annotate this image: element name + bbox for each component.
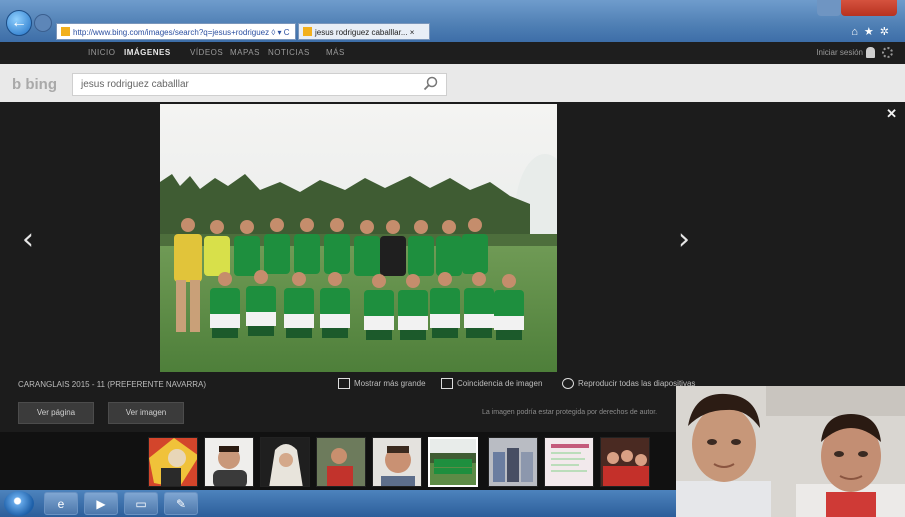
- image-caption: CARANGLAIS 2015 - 11 (PREFERENTE NAVARRA…: [18, 380, 207, 389]
- bing-nav-bar: INICIO IMÁGENES VÍDEOS MAPAS NOTICIAS MÁ…: [0, 42, 905, 64]
- close-window-button[interactable]: [841, 0, 897, 16]
- show-larger-label: Mostrar más grande: [354, 379, 426, 388]
- search-icon[interactable]: [423, 76, 438, 91]
- thumbnail-graphic: [261, 438, 309, 486]
- settings-gear-icon[interactable]: [882, 47, 893, 58]
- taskbar-media[interactable]: ▶: [84, 492, 118, 515]
- nav-videos[interactable]: VÍDEOS: [190, 48, 223, 57]
- thumbnail[interactable]: [488, 437, 538, 487]
- nav-mas[interactable]: MÁS: [326, 48, 345, 57]
- browser-tab[interactable]: jesus rodriguez caballlar... ×: [298, 23, 430, 40]
- thumbnail-graphic: [373, 438, 421, 486]
- view-image-button[interactable]: Ver imagen: [108, 402, 184, 424]
- thumbnail[interactable]: [544, 437, 594, 487]
- copyright-note: La imagen podría estar protegida por der…: [482, 409, 658, 416]
- nav-imagenes[interactable]: IMÁGENES: [124, 48, 171, 57]
- thumbnail-graphic: [205, 438, 253, 486]
- search-input[interactable]: jesus rodriguez caballlar: [72, 73, 447, 96]
- bing-search-bar: b bing jesus rodriguez caballlar: [0, 64, 905, 102]
- address-url: http://www.bing.com/images/search?q=jesu…: [73, 28, 290, 37]
- thumbnail-graphic: [601, 438, 649, 486]
- show-larger-action[interactable]: Mostrar más grande: [338, 378, 426, 389]
- taskbar-paint[interactable]: ✎: [164, 492, 198, 515]
- folder-icon: ▭: [135, 497, 147, 511]
- browser-titlebar: ← http://www.bing.com/images/search?q=je…: [0, 0, 905, 42]
- minimize-button[interactable]: [817, 0, 841, 16]
- thumbnail-graphic: [489, 438, 537, 486]
- thumbnail-graphic: [545, 438, 593, 486]
- forward-button[interactable]: [34, 14, 52, 32]
- image-match-action[interactable]: Coincidencia de imagen: [441, 378, 542, 389]
- next-image-arrow-icon[interactable]: ›: [678, 222, 690, 257]
- expand-icon: [338, 378, 350, 389]
- bing-logo[interactable]: b bing: [12, 76, 57, 93]
- media-player-icon: ▶: [96, 497, 106, 511]
- thumbnail-graphic: [430, 439, 476, 485]
- bing-favicon-icon: [303, 27, 312, 36]
- address-bar[interactable]: http://www.bing.com/images/search?q=jesu…: [56, 23, 296, 40]
- back-button[interactable]: ←: [6, 10, 32, 36]
- nav-mapas[interactable]: MAPAS: [230, 48, 260, 57]
- thumbnail[interactable]: [600, 437, 650, 487]
- thumbnail[interactable]: [260, 437, 310, 487]
- ie-toolbar-icons[interactable]: ⌂★✲: [851, 25, 895, 38]
- webcam-feed-graphic: [676, 386, 905, 517]
- thumbnail[interactable]: [372, 437, 422, 487]
- webcam-overlay: [676, 386, 905, 517]
- home-icon[interactable]: ⌂: [851, 26, 864, 38]
- taskbar-ie[interactable]: e: [44, 492, 78, 515]
- thumbnail[interactable]: [204, 437, 254, 487]
- thumbnail-graphic: [317, 438, 365, 486]
- signin-link[interactable]: Iniciar sesión: [816, 48, 863, 57]
- paint-icon: ✎: [175, 497, 187, 511]
- thumbnail-selected[interactable]: [428, 437, 478, 487]
- tools-gear-icon[interactable]: ✲: [880, 26, 895, 38]
- tab-title: jesus rodriguez caballlar... ×: [315, 28, 415, 37]
- nav-noticias[interactable]: NOTICIAS: [268, 48, 310, 57]
- team-photo-graphic: [160, 104, 557, 372]
- view-page-button[interactable]: Ver página: [18, 402, 94, 424]
- internet-explorer-icon: e: [57, 497, 65, 511]
- image-match-label: Coincidencia de imagen: [457, 379, 543, 388]
- team-photo[interactable]: [160, 104, 557, 372]
- favorites-star-icon[interactable]: ★: [864, 26, 880, 38]
- play-icon: [562, 378, 574, 389]
- taskbar-explorer[interactable]: ▭: [124, 492, 158, 515]
- start-button[interactable]: [4, 491, 34, 516]
- previous-image-arrow-icon[interactable]: ‹: [22, 222, 34, 257]
- nav-inicio[interactable]: INICIO: [88, 48, 115, 57]
- thumbnail-graphic: [149, 438, 197, 486]
- close-viewer-icon[interactable]: ✕: [886, 106, 897, 122]
- image-viewer: ‹ › ✕ CARANGLAIS 2015 - 11 (PREFERENTE N…: [0, 102, 905, 432]
- person-icon[interactable]: [866, 47, 875, 58]
- bing-favicon-icon: [61, 27, 70, 36]
- image-match-icon: [441, 378, 453, 389]
- thumbnail[interactable]: [148, 437, 198, 487]
- thumbnail[interactable]: [316, 437, 366, 487]
